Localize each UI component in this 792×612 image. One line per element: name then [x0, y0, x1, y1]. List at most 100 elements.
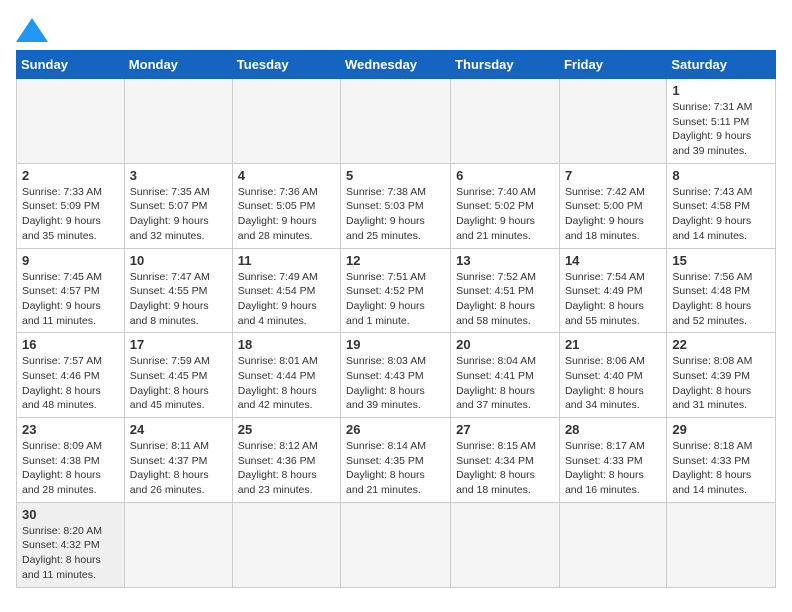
calendar-cell: 18 Sunrise: 8:01 AM Sunset: 4:44 PM Dayli… [232, 333, 340, 418]
calendar-cell: 15 Sunrise: 7:56 AM Sunset: 4:48 PM Dayli… [667, 248, 776, 333]
calendar-cell: 19 Sunrise: 8:03 AM Sunset: 4:43 PM Dayli… [341, 333, 451, 418]
calendar-cell: 9 Sunrise: 7:45 AM Sunset: 4:57 PM Daylig… [17, 248, 125, 333]
day-number: 12 [346, 253, 445, 268]
day-number: 6 [456, 168, 554, 183]
day-info: Sunrise: 8:14 AM Sunset: 4:35 PM Dayligh… [346, 439, 445, 498]
calendar-cell: 6Sunrise: 7:40 AM Sunset: 5:02 PM Daylig… [451, 163, 560, 248]
logo-triangle-icon [16, 18, 48, 42]
calendar-cell: 30Sunrise: 8:20 AM Sunset: 4:32 PM Dayli… [17, 502, 125, 587]
day-info: Sunrise: 8:04 AM Sunset: 4:41 PM Dayligh… [456, 354, 554, 413]
day-info: Sunrise: 7:33 AM Sunset: 5:09 PM Dayligh… [22, 185, 119, 244]
day-number: 13 [456, 253, 554, 268]
day-info: Sunrise: 8:06 AM Sunset: 4:40 PM Dayligh… [565, 354, 661, 413]
calendar-cell: 16 Sunrise: 7:57 AM Sunset: 4:46 PM Dayli… [17, 333, 125, 418]
calendar-cell: 14Sunrise: 7:54 AM Sunset: 4:49 PM Dayli… [559, 248, 666, 333]
day-info: Sunrise: 8:11 AM Sunset: 4:37 PM Dayligh… [130, 439, 227, 498]
calendar-cell: 22 Sunrise: 8:08 AM Sunset: 4:39 PM Dayli… [667, 333, 776, 418]
calendar-cell: 4 Sunrise: 7:36 AM Sunset: 5:05 PM Daylig… [232, 163, 340, 248]
day-number: 17 [130, 337, 227, 352]
day-info: Sunrise: 8:08 AM Sunset: 4:39 PM Dayligh… [672, 354, 770, 413]
calendar-cell: 10 Sunrise: 7:47 AM Sunset: 4:55 PM Dayli… [124, 248, 232, 333]
day-number: 8 [672, 168, 770, 183]
calendar-cell: 12Sunrise: 7:51 AM Sunset: 4:52 PM Dayli… [341, 248, 451, 333]
day-number: 29 [672, 422, 770, 437]
calendar-week-5: 23 Sunrise: 8:09 AM Sunset: 4:38 PM Dayli… [17, 418, 776, 503]
weekday-header-thursday: Thursday [451, 51, 560, 79]
calendar-cell [124, 502, 232, 587]
calendar-cell: 20 Sunrise: 8:04 AM Sunset: 4:41 PM Dayli… [451, 333, 560, 418]
day-info: Sunrise: 7:57 AM Sunset: 4:46 PM Dayligh… [22, 354, 119, 413]
calendar-week-4: 16 Sunrise: 7:57 AM Sunset: 4:46 PM Dayli… [17, 333, 776, 418]
page-header [16, 16, 776, 42]
calendar-cell [124, 79, 232, 164]
weekday-header-wednesday: Wednesday [341, 51, 451, 79]
day-number: 3 [130, 168, 227, 183]
day-number: 11 [238, 253, 335, 268]
day-info: Sunrise: 8:20 AM Sunset: 4:32 PM Dayligh… [22, 524, 119, 583]
day-info: Sunrise: 8:17 AM Sunset: 4:33 PM Dayligh… [565, 439, 661, 498]
calendar-cell: 11 Sunrise: 7:49 AM Sunset: 4:54 PM Dayli… [232, 248, 340, 333]
calendar-cell: 28 Sunrise: 8:17 AM Sunset: 4:33 PM Dayli… [559, 418, 666, 503]
calendar-cell: 21 Sunrise: 8:06 AM Sunset: 4:40 PM Dayli… [559, 333, 666, 418]
calendar-week-1: 1 Sunrise: 7:31 AM Sunset: 5:11 PM Daylig… [17, 79, 776, 164]
day-info: Sunrise: 7:49 AM Sunset: 4:54 PM Dayligh… [238, 270, 335, 329]
weekday-header-sunday: Sunday [17, 51, 125, 79]
day-number: 28 [565, 422, 661, 437]
calendar-cell [667, 502, 776, 587]
day-info: Sunrise: 7:47 AM Sunset: 4:55 PM Dayligh… [130, 270, 227, 329]
calendar-cell [451, 502, 560, 587]
day-info: Sunrise: 8:15 AM Sunset: 4:34 PM Dayligh… [456, 439, 554, 498]
calendar-cell: 17 Sunrise: 7:59 AM Sunset: 4:45 PM Dayli… [124, 333, 232, 418]
day-number: 24 [130, 422, 227, 437]
weekday-header-monday: Monday [124, 51, 232, 79]
day-info: Sunrise: 8:01 AM Sunset: 4:44 PM Dayligh… [238, 354, 335, 413]
day-info: Sunrise: 7:36 AM Sunset: 5:05 PM Dayligh… [238, 185, 335, 244]
day-info: Sunrise: 7:43 AM Sunset: 4:58 PM Dayligh… [672, 185, 770, 244]
day-number: 15 [672, 253, 770, 268]
day-info: Sunrise: 8:18 AM Sunset: 4:33 PM Dayligh… [672, 439, 770, 498]
calendar-cell [232, 79, 340, 164]
day-info: Sunrise: 8:03 AM Sunset: 4:43 PM Dayligh… [346, 354, 445, 413]
day-number: 1 [672, 83, 770, 98]
day-number: 19 [346, 337, 445, 352]
day-number: 20 [456, 337, 554, 352]
day-number: 4 [238, 168, 335, 183]
day-number: 23 [22, 422, 119, 437]
calendar-cell [341, 502, 451, 587]
calendar-cell: 2 Sunrise: 7:33 AM Sunset: 5:09 PM Daylig… [17, 163, 125, 248]
day-number: 27 [456, 422, 554, 437]
calendar-cell: 26 Sunrise: 8:14 AM Sunset: 4:35 PM Dayli… [341, 418, 451, 503]
day-info: Sunrise: 7:31 AM Sunset: 5:11 PM Dayligh… [672, 100, 770, 159]
calendar-cell [17, 79, 125, 164]
day-number: 10 [130, 253, 227, 268]
day-number: 22 [672, 337, 770, 352]
calendar-cell [341, 79, 451, 164]
logo [16, 16, 48, 42]
day-info: Sunrise: 7:59 AM Sunset: 4:45 PM Dayligh… [130, 354, 227, 413]
day-info: Sunrise: 7:56 AM Sunset: 4:48 PM Dayligh… [672, 270, 770, 329]
calendar-cell: 27 Sunrise: 8:15 AM Sunset: 4:34 PM Dayli… [451, 418, 560, 503]
day-number: 25 [238, 422, 335, 437]
day-number: 18 [238, 337, 335, 352]
day-info: Sunrise: 8:12 AM Sunset: 4:36 PM Dayligh… [238, 439, 335, 498]
day-number: 26 [346, 422, 445, 437]
calendar-week-3: 9 Sunrise: 7:45 AM Sunset: 4:57 PM Daylig… [17, 248, 776, 333]
day-info: Sunrise: 8:09 AM Sunset: 4:38 PM Dayligh… [22, 439, 119, 498]
weekday-header-tuesday: Tuesday [232, 51, 340, 79]
calendar-table: SundayMondayTuesdayWednesdayThursdayFrid… [16, 50, 776, 588]
day-number: 21 [565, 337, 661, 352]
day-number: 16 [22, 337, 119, 352]
day-info: Sunrise: 7:42 AM Sunset: 5:00 PM Dayligh… [565, 185, 661, 244]
calendar-cell: 8 Sunrise: 7:43 AM Sunset: 4:58 PM Daylig… [667, 163, 776, 248]
weekday-header-saturday: Saturday [667, 51, 776, 79]
calendar-cell: 29 Sunrise: 8:18 AM Sunset: 4:33 PM Dayli… [667, 418, 776, 503]
day-number: 2 [22, 168, 119, 183]
calendar-cell: 25 Sunrise: 8:12 AM Sunset: 4:36 PM Dayli… [232, 418, 340, 503]
calendar-cell: 24 Sunrise: 8:11 AM Sunset: 4:37 PM Dayli… [124, 418, 232, 503]
day-info: Sunrise: 7:45 AM Sunset: 4:57 PM Dayligh… [22, 270, 119, 329]
calendar-cell: 23 Sunrise: 8:09 AM Sunset: 4:38 PM Dayli… [17, 418, 125, 503]
day-number: 14 [565, 253, 661, 268]
day-number: 5 [346, 168, 445, 183]
calendar-header-row: SundayMondayTuesdayWednesdayThursdayFrid… [17, 51, 776, 79]
day-number: 9 [22, 253, 119, 268]
